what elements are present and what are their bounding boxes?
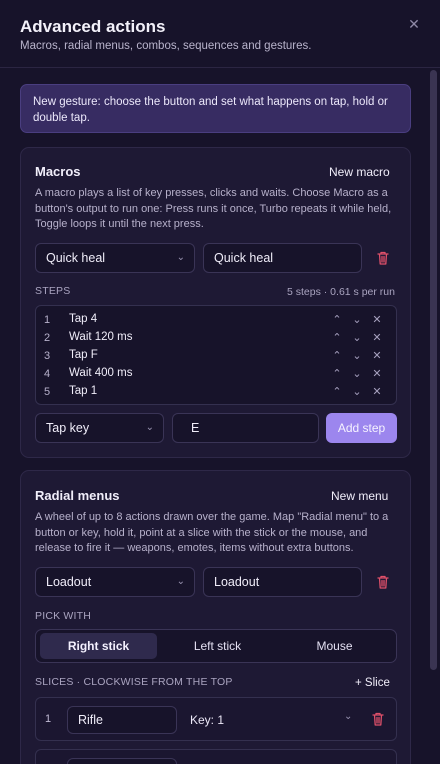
trash-icon[interactable] — [371, 711, 385, 727]
step-number: 1 — [44, 314, 51, 326]
new-menu-button[interactable]: New menu — [331, 489, 388, 503]
radial-menus-card: Radial menus New menu A wheel of up to 8… — [20, 470, 411, 764]
chevron-down-icon: ⌄ — [145, 422, 154, 433]
step-number: 3 — [44, 350, 51, 362]
step-number: 5 — [44, 386, 51, 398]
arrow-up-icon[interactable]: ⌃ — [331, 331, 343, 345]
step-key-field[interactable]: E — [172, 413, 319, 443]
arrow-up-icon[interactable]: ⌃ — [331, 349, 343, 363]
slices-label: SLICES · CLOCKWISE FROM THE TOP — [35, 676, 233, 688]
step-type-select[interactable]: Tap key ⌄ — [35, 413, 164, 443]
step-label: Tap 1 — [69, 385, 98, 397]
macro-select-value: Quick heal — [46, 251, 106, 265]
remove-icon[interactable]: ✕ — [371, 349, 383, 363]
dialog-body[interactable]: New gesture: choose the button and set w… — [0, 68, 440, 764]
steps-list: 1 Tap 4 ⌃ ⌄ ✕ 2 Wait 120 ms ⌃ ⌄ ✕ 3 Tap … — [35, 305, 397, 405]
macros-description: A macro plays a list of key presses, cli… — [35, 187, 392, 230]
trash-icon[interactable] — [376, 574, 390, 590]
arrow-up-icon[interactable]: ⌃ — [331, 385, 343, 399]
slice-row — [35, 749, 397, 764]
pick-left-stick[interactable]: Left stick — [159, 633, 276, 659]
slice-name-field[interactable]: Rifle — [67, 706, 177, 734]
step-number: 2 — [44, 332, 51, 344]
chevron-down-icon: ⌄ — [176, 252, 185, 263]
radial-description: A wheel of up to 8 actions drawn over th… — [35, 511, 389, 554]
new-macro-button[interactable]: New macro — [329, 165, 390, 179]
slice-key-value[interactable]: Key: 1 — [190, 713, 224, 727]
slice-name-field[interactable] — [67, 758, 177, 764]
pick-with-label: PICK WITH — [35, 610, 92, 622]
arrow-up-icon[interactable]: ⌃ — [331, 313, 343, 327]
step-row: 5 Tap 1 ⌃ ⌄ ✕ — [36, 384, 396, 402]
radial-menu-name-field[interactable]: Loadout — [203, 567, 362, 597]
slice-number: 1 — [45, 713, 52, 725]
dialog-header: Advanced actions Macros, radial menus, c… — [0, 0, 440, 68]
chevron-down-icon: ⌄ — [176, 576, 185, 587]
add-slice-button[interactable]: + Slice — [355, 677, 390, 689]
trash-icon[interactable] — [376, 250, 390, 266]
step-row: 1 Tap 4 ⌃ ⌄ ✕ — [36, 312, 396, 330]
radial-menu-name-value: Loadout — [214, 575, 260, 589]
remove-icon[interactable]: ✕ — [371, 385, 383, 399]
steps-label: STEPS — [35, 285, 71, 297]
remove-icon[interactable]: ✕ — [371, 313, 383, 327]
dialog-subtitle: Macros, radial menus, combos, sequences … — [20, 40, 312, 52]
pick-with-selector: Right stick Left stick Mouse — [35, 629, 397, 663]
step-key-value: E — [191, 421, 200, 435]
remove-icon[interactable]: ✕ — [371, 367, 383, 381]
macros-card: Macros New macro A macro plays a list of… — [20, 147, 411, 458]
macro-select[interactable]: Quick heal ⌄ — [35, 243, 195, 273]
step-label: Tap 4 — [69, 313, 98, 325]
step-label: Tap F — [69, 349, 98, 361]
pick-right-stick[interactable]: Right stick — [40, 633, 157, 659]
arrow-down-icon[interactable]: ⌄ — [351, 349, 363, 363]
radial-menu-select[interactable]: Loadout ⌄ — [35, 567, 195, 597]
step-row: 4 Wait 400 ms ⌃ ⌄ ✕ — [36, 366, 396, 384]
arrow-down-icon[interactable]: ⌄ — [351, 331, 363, 345]
step-row: 3 Tap F ⌃ ⌄ ✕ — [36, 348, 396, 366]
step-number: 4 — [44, 368, 51, 380]
steps-meta: 5 steps · 0.61 s per run — [287, 286, 395, 298]
pick-mouse[interactable]: Mouse — [276, 633, 393, 659]
arrow-up-icon[interactable]: ⌃ — [331, 367, 343, 381]
remove-icon[interactable]: ✕ — [371, 331, 383, 345]
dialog-title: Advanced actions — [20, 17, 166, 36]
close-icon[interactable]: ✕ — [406, 16, 422, 32]
arrow-down-icon[interactable]: ⌄ — [351, 367, 363, 381]
macros-title: Macros — [35, 164, 81, 179]
chevron-down-icon[interactable]: ⌄ — [344, 711, 352, 722]
slice-name-value: Rifle — [78, 713, 104, 727]
slice-row: 1 Rifle Key: 1 ⌄ — [35, 697, 397, 741]
step-label: Wait 400 ms — [69, 367, 133, 379]
gesture-banner: New gesture: choose the button and set w… — [20, 84, 411, 133]
step-label: Wait 120 ms — [69, 331, 133, 343]
macro-name-value: Quick heal — [214, 251, 274, 265]
banner-text: New gesture: choose the button and set w… — [33, 96, 388, 124]
radial-menu-select-value: Loadout — [46, 575, 92, 589]
scrollbar[interactable] — [430, 70, 437, 670]
arrow-down-icon[interactable]: ⌄ — [351, 385, 363, 399]
add-step-button[interactable]: Add step — [326, 413, 397, 443]
step-row: 2 Wait 120 ms ⌃ ⌄ ✕ — [36, 330, 396, 348]
radial-title: Radial menus — [35, 488, 120, 503]
arrow-down-icon[interactable]: ⌄ — [351, 313, 363, 327]
macro-name-field[interactable]: Quick heal — [203, 243, 362, 273]
step-type-value: Tap key — [46, 421, 90, 435]
